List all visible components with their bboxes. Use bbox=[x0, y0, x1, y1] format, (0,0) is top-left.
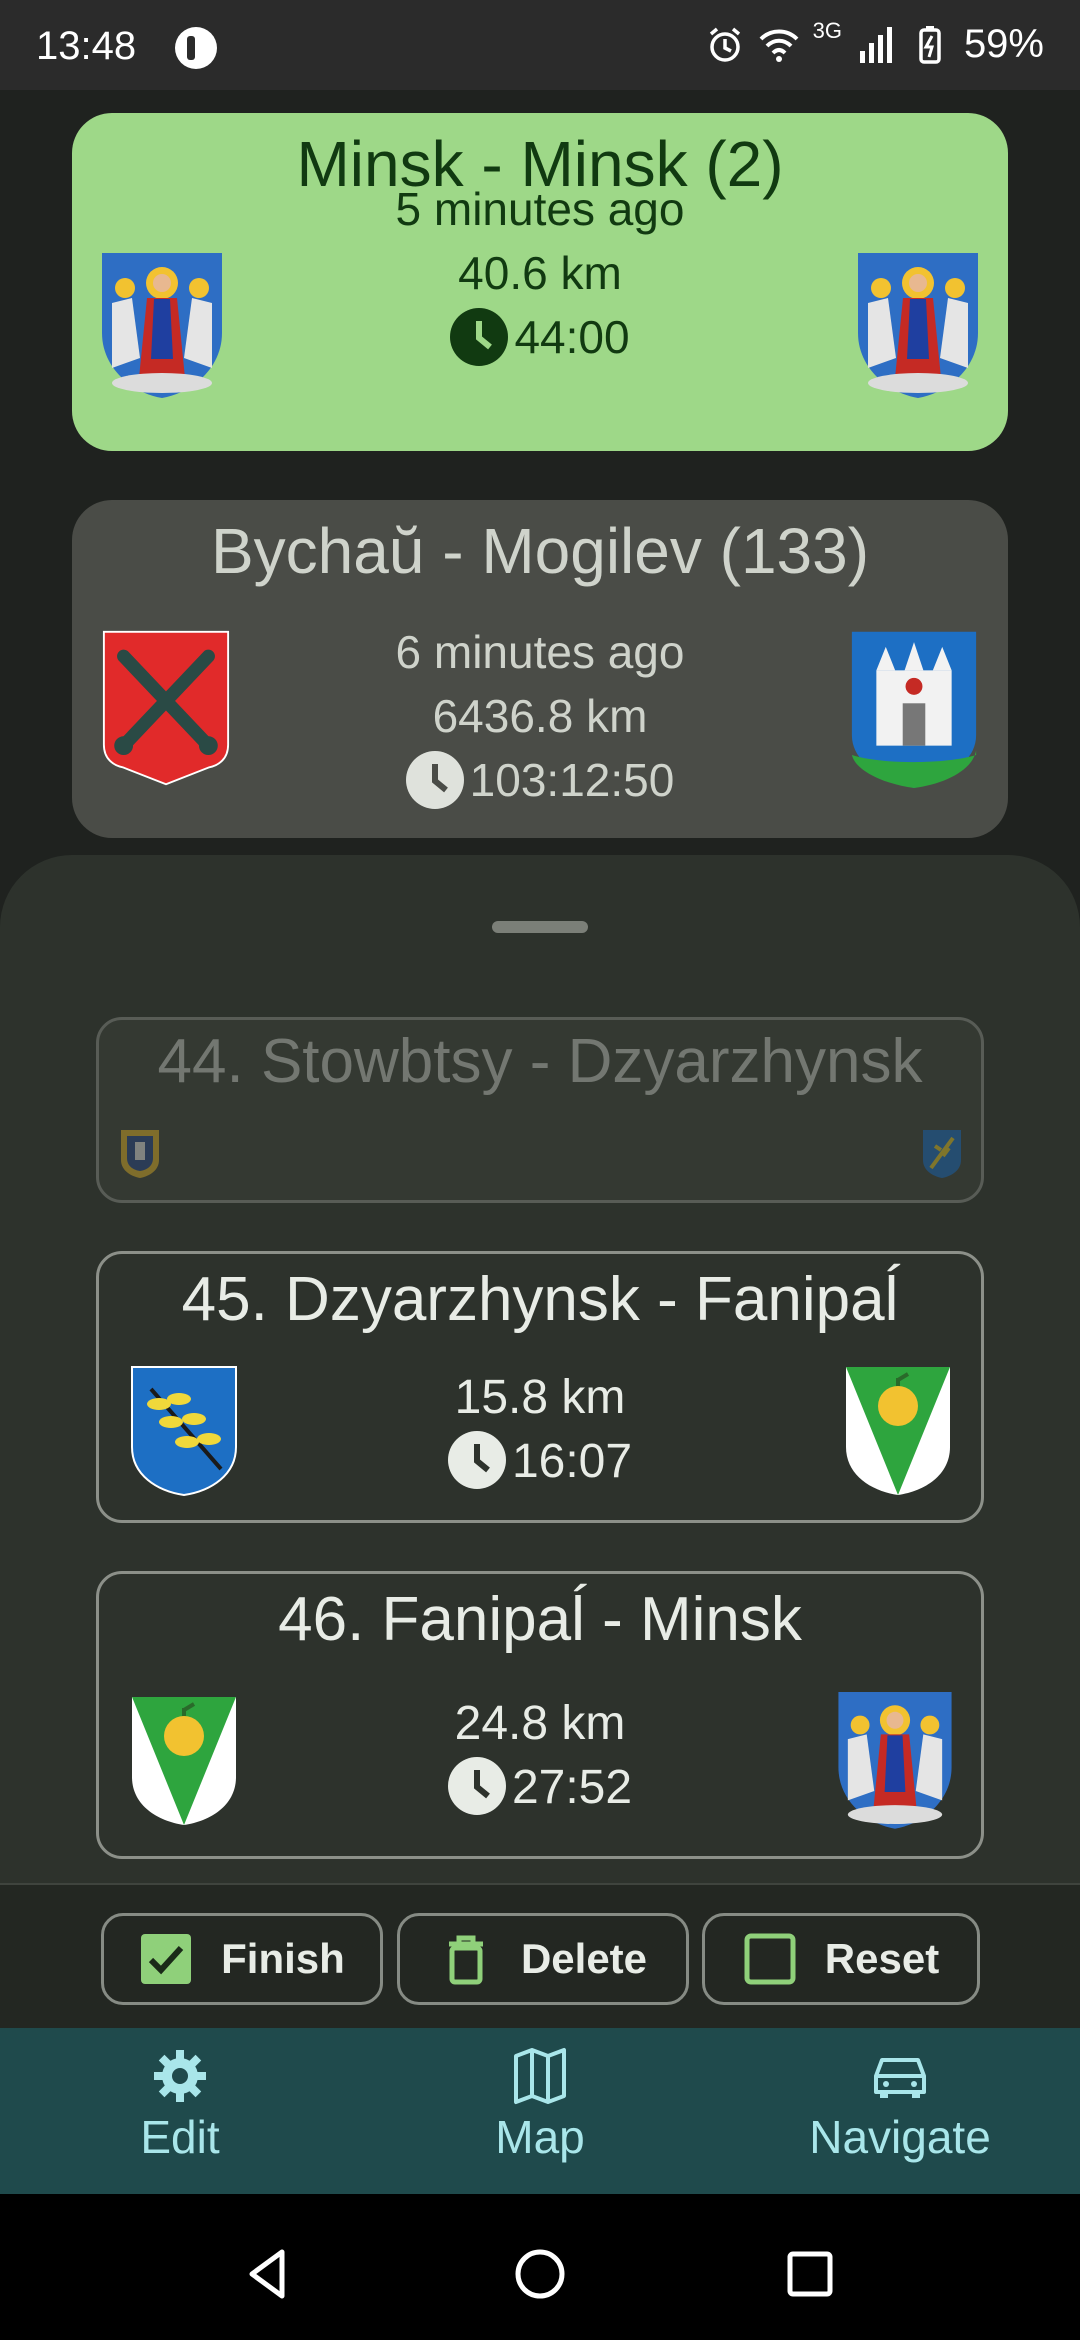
alarm-icon bbox=[709, 27, 740, 62]
reset-label: Reset bbox=[824, 1935, 940, 1982]
home-icon[interactable] bbox=[510, 2244, 570, 2304]
trash-icon bbox=[448, 1935, 483, 1985]
route-duration: 44:00 bbox=[514, 311, 630, 363]
leg-distance: 24.8 km bbox=[454, 1697, 626, 1750]
nav-navigate-label: Navigate bbox=[809, 2111, 991, 2163]
clock-icon bbox=[450, 307, 509, 366]
leg-distance: 15.8 km bbox=[454, 1371, 626, 1424]
route-time-ago: 6 minutes ago bbox=[395, 626, 685, 678]
checkbox-checked-icon bbox=[141, 1934, 192, 1984]
minsk-coat-of-arms bbox=[838, 1692, 952, 1829]
reset-button[interactable]: Reset bbox=[702, 1913, 980, 2005]
leg-card[interactable]: 45. Dzyarzhynsk - Fanipaĺ 15.8 km 16:07 bbox=[96, 1251, 984, 1523]
wifi-icon bbox=[759, 29, 798, 62]
fanipal-coat-of-arms bbox=[132, 1697, 236, 1825]
battery-icon bbox=[919, 25, 941, 64]
leg-title: 46. Fanipaĺ - Minsk bbox=[278, 1585, 802, 1654]
current-route-card[interactable]: Minsk - Minsk (2) 5 minutes ago 40.6 km … bbox=[72, 113, 1008, 451]
route-duration: 103:12:50 bbox=[469, 754, 675, 806]
dzyarzhynsk-coat-of-arms-small bbox=[923, 1130, 961, 1178]
nav-map-label: Map bbox=[495, 2111, 585, 2163]
clock-icon bbox=[447, 1757, 506, 1816]
route-time-ago: 5 minutes ago bbox=[395, 183, 685, 235]
minsk-coat-of-arms-left bbox=[102, 253, 222, 398]
gear-icon bbox=[154, 2050, 206, 2102]
leg-title: 45. Dzyarzhynsk - Fanipaĺ bbox=[181, 1265, 899, 1334]
map-icon bbox=[514, 2048, 566, 2104]
leg-title: 44. Stowbtsy - Dzyarzhynsk bbox=[157, 1027, 923, 1096]
legs-bottom-sheet[interactable]: 44. Stowbtsy - Dzyarzhynsk 45. Dzyarzhyn… bbox=[0, 855, 1080, 2035]
route-title: Bychaŭ - Mogilev (133) bbox=[210, 515, 870, 587]
drag-handle[interactable] bbox=[492, 921, 588, 933]
delete-button[interactable]: Delete bbox=[397, 1913, 689, 2005]
minsk-coat-of-arms-right bbox=[858, 253, 978, 398]
route-distance: 6436.8 km bbox=[432, 690, 648, 742]
delete-label: Delete bbox=[520, 1935, 648, 1982]
recents-icon[interactable] bbox=[780, 2244, 840, 2304]
clock-icon bbox=[447, 1431, 506, 1490]
dzyarzhynsk-coat-of-arms bbox=[131, 1366, 237, 1497]
leg-duration: 27:52 bbox=[511, 1761, 633, 1814]
status-time: 13:48 bbox=[36, 24, 137, 68]
action-bar: Finish Delete Reset bbox=[0, 1883, 1080, 2029]
app-notification-icon bbox=[175, 27, 217, 69]
leg-card[interactable]: 46. Fanipaĺ - Minsk 24.8 km 27:52 bbox=[96, 1571, 984, 1859]
finish-label: Finish bbox=[221, 1935, 345, 1982]
clock-icon bbox=[405, 750, 464, 809]
fanipal-coat-of-arms bbox=[846, 1367, 950, 1495]
nav-map[interactable]: Map bbox=[390, 2046, 690, 2164]
nav-edit[interactable]: Edit bbox=[30, 2046, 330, 2164]
signal-icon bbox=[859, 26, 892, 63]
bychau-coat-of-arms bbox=[102, 630, 230, 786]
bottom-navigation: Edit Map Navigate bbox=[0, 2028, 1080, 2194]
checkbox-empty-icon bbox=[744, 1933, 796, 1985]
route-distance: 40.6 km bbox=[458, 247, 622, 299]
nav-edit-label: Edit bbox=[140, 2111, 220, 2163]
next-route-card[interactable]: Bychaŭ - Mogilev (133) 6 minutes ago 643… bbox=[72, 500, 1008, 838]
network-type: 3G bbox=[812, 17, 842, 43]
leg-card-completed[interactable]: 44. Stowbtsy - Dzyarzhynsk bbox=[96, 1017, 984, 1203]
finish-button[interactable]: Finish bbox=[101, 1913, 383, 2005]
back-icon[interactable] bbox=[240, 2244, 300, 2304]
battery-percent: 59% bbox=[963, 22, 1044, 66]
system-navigation-bar bbox=[0, 2194, 1080, 2340]
car-icon bbox=[874, 2058, 926, 2098]
mogilev-coat-of-arms bbox=[851, 631, 977, 788]
stowbtsy-coat-of-arms bbox=[121, 1130, 159, 1178]
nav-navigate[interactable]: Navigate bbox=[750, 2046, 1050, 2164]
leg-duration: 16:07 bbox=[511, 1435, 633, 1488]
status-bar: 13:48 3G 59% bbox=[0, 0, 1080, 90]
